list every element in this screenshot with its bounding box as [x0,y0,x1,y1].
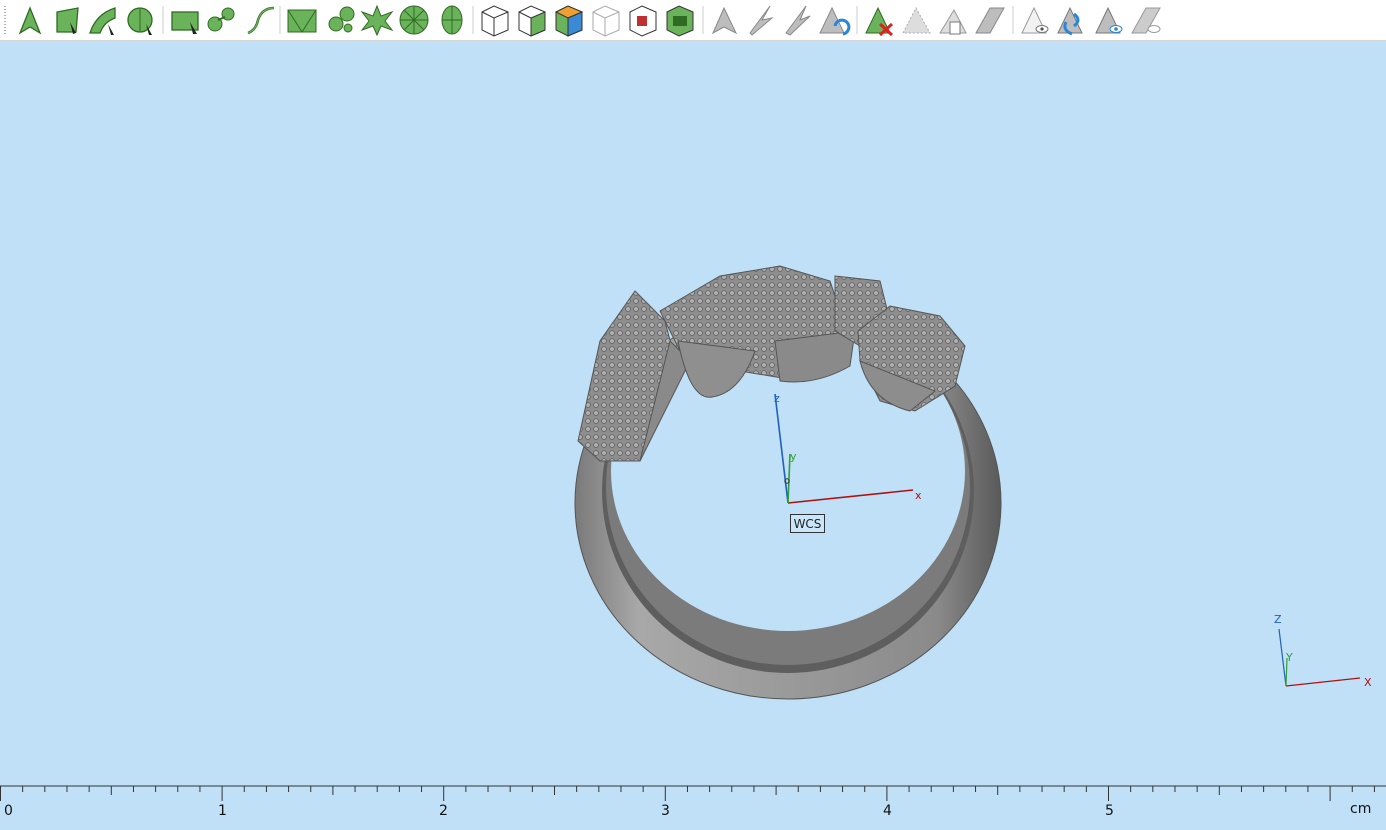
copy-icon[interactable] [939,8,967,35]
curve-select-icon[interactable] [247,6,275,35]
ruler-tick-4: 4 [883,803,892,819]
ruler-unit-label: cm [1350,801,1372,817]
corner-x-label: X [1364,676,1372,689]
face-select-icon[interactable] [56,7,79,34]
hatch-icon[interactable] [902,6,931,34]
box-green-icon[interactable] [518,5,546,37]
box-dark-icon[interactable] [666,5,694,37]
3d-viewport[interactable]: x z y WCS X Z Y [0,41,1386,785]
gray-pick-icon[interactable] [749,5,774,36]
ruler-tick-1: 1 [218,803,227,819]
scene-canvas[interactable] [0,41,1386,785]
delete-icon[interactable] [865,6,894,37]
rect-select-icon[interactable] [171,11,199,34]
ruler-tick-2: 2 [439,803,448,819]
sphere-select-icon[interactable] [399,5,429,35]
ruler-tick-0: 0 [4,803,13,819]
wcs-y-label: y [790,450,797,463]
mesh-select-icon[interactable] [287,9,317,33]
box-orange-icon[interactable] [554,5,584,37]
eye-blue-icon[interactable] [1095,6,1123,34]
eye-icon[interactable] [1021,6,1049,34]
hide-icon[interactable] [1131,7,1161,34]
refresh-icon[interactable] [819,6,851,36]
ruler-tick-3: 3 [661,803,670,819]
blob-select-icon[interactable] [207,7,235,32]
ruler-scale [0,785,1386,801]
wcs-z-label: z [774,392,780,405]
gray-arrow-icon[interactable] [711,6,738,35]
main-toolbar [0,0,1386,41]
cluster-select-icon[interactable] [328,6,355,33]
box-red-icon[interactable] [629,5,657,37]
vertex-select-icon[interactable] [18,6,42,35]
wcs-label: WCS [790,514,825,533]
radial-select-icon[interactable] [441,5,463,35]
ruler-tick-5: 5 [1105,803,1114,819]
toolbar-icons [4,4,1161,37]
box-outline-icon[interactable] [592,5,620,37]
edge-select-icon[interactable] [89,7,116,35]
gray-move-icon[interactable] [785,5,811,36]
corner-z-label: Z [1274,613,1282,626]
wcs-x-label: x [915,489,922,502]
star-select-icon[interactable] [360,4,394,37]
bottom-ruler: 0 1 2 3 4 5 cm [0,785,1386,830]
swap-icon[interactable] [1057,6,1083,36]
solid-select-icon[interactable] [127,7,153,35]
slant-icon[interactable] [975,7,1005,34]
corner-y-label: Y [1286,651,1293,664]
box-icon[interactable] [481,5,509,37]
